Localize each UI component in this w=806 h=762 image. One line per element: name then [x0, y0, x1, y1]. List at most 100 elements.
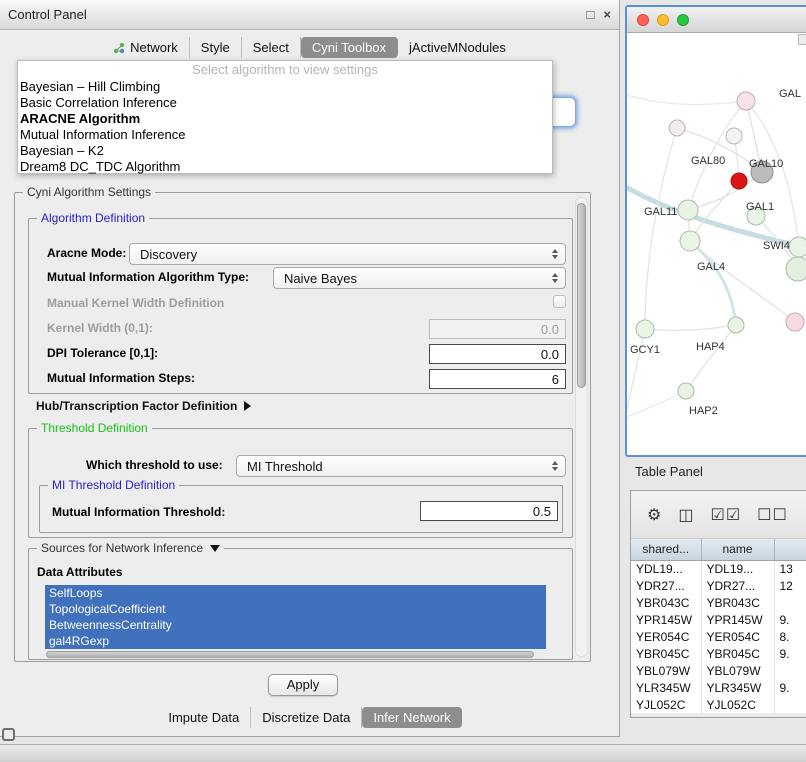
table-row[interactable]: YLR345WYLR345W9. [631, 679, 806, 696]
aracne-mode-combobox[interactable]: Discovery [129, 243, 566, 265]
table-cell[interactable]: YDL19... [631, 560, 701, 577]
manual-kernel-checkbox[interactable] [553, 295, 566, 308]
table-cell[interactable] [774, 594, 806, 611]
table-cell[interactable] [774, 696, 806, 713]
attribute-item-selfloops[interactable]: SelfLoops [45, 585, 546, 601]
table-cell[interactable]: 9. [774, 645, 806, 662]
table-cell[interactable]: 9. [774, 679, 806, 696]
float-window-icon[interactable]: □ [587, 8, 595, 22]
algorithm-option-bayesian-hill-climbing[interactable]: Bayesian – Hill Climbing [18, 79, 552, 95]
network-canvas[interactable]: GALGAL80GAL10GAL11GAL1SWI4GAL4GCY1HAP4HA… [627, 33, 806, 454]
algorithm-option-bayesian-k2[interactable]: Bayesian – K2 [18, 143, 552, 159]
kernel-width-field[interactable]: 0.0 [429, 319, 566, 339]
network-node-gcy1[interactable] [636, 320, 654, 338]
table-row[interactable]: YER054CYER054C8. [631, 628, 806, 645]
table-cell[interactable]: YJL052C [701, 696, 774, 713]
column-header[interactable]: shared... [631, 539, 701, 560]
network-node[interactable] [669, 120, 685, 136]
network-node[interactable] [786, 313, 804, 331]
network-edge[interactable] [690, 241, 795, 322]
network-node-swi4[interactable] [789, 237, 806, 257]
table-cell[interactable]: 13 [774, 560, 806, 577]
network-node[interactable] [726, 128, 742, 144]
tab-impute-data[interactable]: Impute Data [157, 707, 251, 728]
table-cell[interactable]: YPR145W [631, 611, 701, 628]
data-attributes-list[interactable]: SelfLoopsTopologicalCoefficientBetweenne… [45, 585, 546, 649]
table-row[interactable]: YPR145WYPR145W9. [631, 611, 806, 628]
apply-button[interactable]: Apply [268, 674, 338, 696]
attributes-hscrollbar-thumb[interactable] [46, 651, 534, 658]
tab-select[interactable]: Select [242, 37, 301, 58]
sources-section-toggle[interactable]: Sources for Network Inference [37, 541, 224, 555]
tab-network[interactable]: Network [102, 37, 190, 58]
gear-icon[interactable]: ⚙ [647, 505, 662, 525]
table-cell[interactable]: YBR043C [701, 594, 774, 611]
select-all-icon[interactable]: ☑☑ [710, 505, 741, 525]
table-cell[interactable] [774, 662, 806, 679]
table-cell[interactable]: YPR145W [701, 611, 774, 628]
network-node-hap2[interactable] [678, 383, 694, 399]
table-cell[interactable]: YLR345W [631, 679, 701, 696]
table-cell[interactable]: YBR043C [631, 594, 701, 611]
minimize-traffic-light[interactable] [657, 14, 669, 26]
deselect-all-icon[interactable]: ☐☐ [757, 505, 788, 525]
network-node-hap4[interactable] [728, 317, 744, 333]
network-node-gal4[interactable] [680, 231, 700, 251]
network-edge[interactable] [627, 93, 746, 105]
table-row[interactable]: YBL079WYBL079W [631, 662, 806, 679]
table-cell[interactable]: YBL079W [631, 662, 701, 679]
algorithm-option-basic-correlation-inference[interactable]: Basic Correlation Inference [18, 95, 552, 111]
table-cell[interactable]: YDL19... [701, 560, 774, 577]
network-window-titlebar[interactable] [627, 7, 806, 33]
network-edge[interactable] [645, 325, 736, 330]
table-row[interactable]: YDR27...YDR27...12 [631, 577, 806, 594]
table-row[interactable]: YJL052CYJL052C [631, 696, 806, 713]
tab-style[interactable]: Style [190, 37, 242, 58]
table-cell[interactable]: YDR27... [701, 577, 774, 594]
table-row[interactable]: YBR043CYBR043C [631, 594, 806, 611]
tab-discretize-data[interactable]: Discretize Data [251, 707, 362, 728]
mi-steps-field[interactable]: 6 [429, 369, 566, 389]
network-node-gal11[interactable] [678, 200, 698, 220]
network-node[interactable] [731, 173, 747, 189]
dpi-tolerance-field[interactable]: 0.0 [429, 344, 566, 364]
table-cell[interactable]: 9. [774, 611, 806, 628]
birdseye-toggle[interactable] [798, 34, 806, 45]
which-threshold-combobox[interactable]: MI Threshold [236, 455, 566, 477]
mi-threshold-field[interactable]: 0.5 [420, 501, 558, 521]
network-edge[interactable] [690, 241, 736, 325]
table-cell[interactable]: YBR045C [631, 645, 701, 662]
attribute-item-betweennesscentrality[interactable]: BetweennessCentrality [45, 617, 546, 633]
attribute-item-topologicalcoefficient[interactable]: TopologicalCoefficient [45, 601, 546, 617]
table-cell[interactable]: 8. [774, 628, 806, 645]
algorithm-option-dream8-dc-tdc-algorithm[interactable]: Dream8 DC_TDC Algorithm [18, 159, 552, 175]
tab-jactivemnodules[interactable]: jActiveMNodules [398, 37, 517, 58]
control-panel-titlebar[interactable]: Control Panel □ × [0, 0, 619, 30]
attributes-hscrollbar[interactable] [45, 650, 546, 659]
table-cell[interactable]: 12 [774, 577, 806, 594]
automation-panel-bar[interactable] [0, 744, 806, 762]
network-node[interactable] [737, 92, 755, 110]
table-row[interactable]: YBR045CYBR045C9. [631, 645, 806, 662]
attribute-item-gal4rgexp[interactable]: gal4RGexp [45, 633, 546, 649]
network-edge[interactable] [627, 391, 686, 419]
hub-tf-section-toggle[interactable]: Hub/Transcription Factor Definition [36, 399, 251, 413]
table-cell[interactable]: YDR27... [631, 577, 701, 594]
table-cell[interactable]: YLR345W [701, 679, 774, 696]
tab-infer-network[interactable]: Infer Network [362, 707, 461, 728]
algorithm-option-mutual-information-inference[interactable]: Mutual Information Inference [18, 127, 552, 143]
zoom-traffic-light[interactable] [677, 14, 689, 26]
tab-cyni-toolbox[interactable]: Cyni Toolbox [301, 37, 398, 58]
table-cell[interactable]: YER054C [701, 628, 774, 645]
network-edge[interactable] [645, 128, 677, 329]
table-cell[interactable]: YJL052C [631, 696, 701, 713]
column-header[interactable]: name [701, 539, 774, 560]
table-cell[interactable]: YBR045C [701, 645, 774, 662]
table-row[interactable]: YDL19...YDL19...13 [631, 560, 806, 577]
column-header[interactable] [774, 539, 806, 560]
collapsed-panel-icon[interactable] [2, 728, 15, 741]
close-traffic-light[interactable] [637, 14, 649, 26]
mi-type-combobox[interactable]: Naive Bayes [273, 267, 566, 289]
columns-icon[interactable]: ◫ [678, 505, 694, 525]
close-window-icon[interactable]: × [603, 8, 611, 22]
